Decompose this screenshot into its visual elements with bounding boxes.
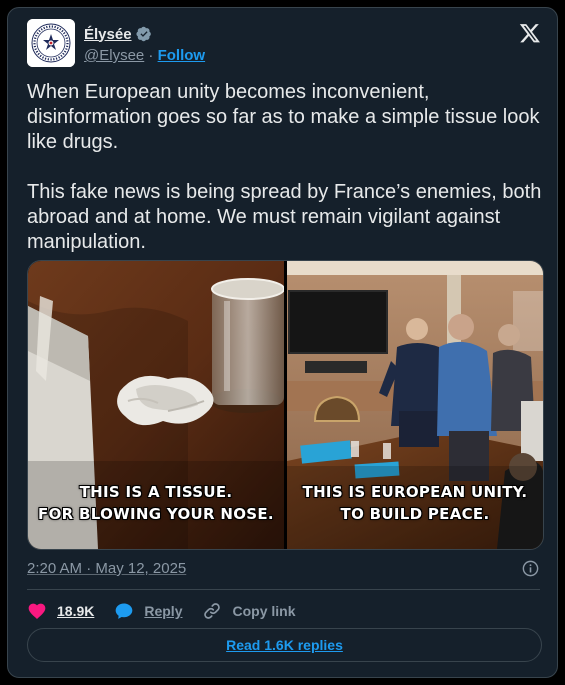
tweet-header: Élysée @Elysee · Follow [27, 19, 543, 71]
right-caption: THIS IS EUROPEAN UNITY. TO BUILD PEACE. [287, 481, 543, 525]
info-icon[interactable] [521, 559, 540, 578]
handle-row: @Elysee · Follow [84, 47, 205, 67]
author-names: Élysée @Elysee · Follow [84, 24, 205, 67]
x-logo-icon[interactable] [519, 22, 541, 44]
like-button[interactable]: 18.9K [27, 601, 94, 621]
tweet-actions: 18.9K Reply Copy link [27, 598, 316, 624]
tweet-card: Élysée @Elysee · Follow When European un… [7, 7, 558, 678]
elysee-seal-logo [27, 19, 75, 67]
tweet-media[interactable]: THIS IS A TISSUE. FOR BLOWING YOUR NOSE. [27, 260, 544, 550]
verified-badge-icon [135, 26, 152, 42]
tweet-timestamp[interactable]: 2:20 AM · May 12, 2025 [27, 560, 186, 577]
caption-line: FOR BLOWING YOUR NOSE. [38, 505, 274, 523]
caption-line: THIS IS EUROPEAN UNITY. [302, 483, 528, 501]
reply-label: Reply [144, 603, 183, 619]
caption-line: TO BUILD PEACE. [340, 505, 490, 523]
copy-link-button[interactable]: Copy link [202, 601, 296, 621]
tweet-text: When European unity becomes inconvenient… [27, 80, 547, 255]
separator: · [148, 47, 158, 64]
left-caption: THIS IS A TISSUE. FOR BLOWING YOUR NOSE. [28, 481, 284, 525]
heart-icon [28, 603, 46, 619]
read-replies-button[interactable]: Read 1.6K replies [27, 628, 542, 662]
divider [27, 589, 540, 590]
avatar[interactable] [27, 19, 75, 67]
tweet-paragraph: This fake news is being spread by France… [27, 181, 542, 253]
like-count: 18.9K [57, 603, 95, 619]
handle[interactable]: @Elysee [84, 47, 144, 64]
leaders-photo[interactable]: THIS IS EUROPEAN UNITY. TO BUILD PEACE. [287, 261, 543, 549]
tissue-photo[interactable]: THIS IS A TISSUE. FOR BLOWING YOUR NOSE. [28, 261, 284, 549]
reply-button[interactable]: Reply [114, 601, 182, 621]
caption-line: THIS IS A TISSUE. [79, 483, 233, 501]
copy-link-label: Copy link [232, 603, 296, 619]
tweet-paragraph: When European unity becomes inconvenient… [27, 81, 540, 153]
reply-bubble-icon [116, 603, 133, 619]
follow-button[interactable]: Follow [158, 47, 206, 64]
display-name[interactable]: Élysée [84, 26, 132, 43]
link-icon [204, 603, 221, 619]
